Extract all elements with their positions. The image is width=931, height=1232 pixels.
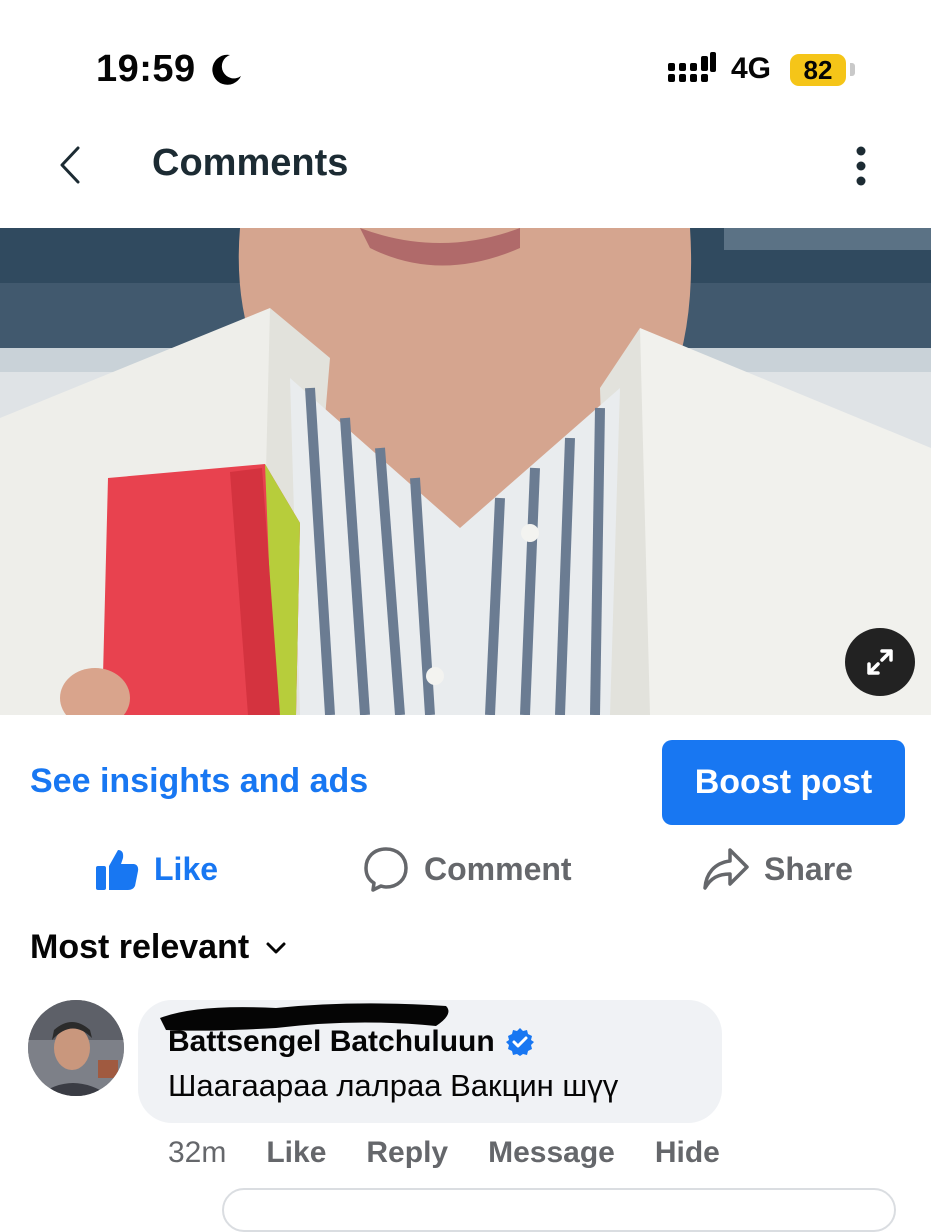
thumbs-up-icon <box>96 850 139 890</box>
avatar-image <box>28 1000 124 1096</box>
photo-illustration <box>0 228 931 715</box>
signal-icon <box>668 52 716 82</box>
comment-hide-button[interactable]: Hide <box>655 1136 720 1170</box>
share-label: Share <box>764 850 853 887</box>
status-bar: 19:59 4G 82 <box>0 0 931 120</box>
comment-time: 32m <box>168 1136 227 1169</box>
like-button[interactable]: Like <box>94 842 218 896</box>
boost-post-button[interactable]: Boost post <box>662 740 905 825</box>
share-icon <box>703 848 749 890</box>
network-type: 4G <box>731 52 772 85</box>
redaction-mark <box>160 1003 449 1031</box>
battery-tip <box>850 63 855 76</box>
see-insights-link[interactable]: See insights and ads <box>30 762 368 801</box>
back-icon[interactable] <box>54 140 90 190</box>
status-time: 19:59 <box>96 48 196 90</box>
comment-text: Шаагаараа лалраа Вакцин шүү <box>168 1068 619 1103</box>
comment-actions: 32m Like Reply Message Hide <box>168 1136 720 1170</box>
comment-reply-button[interactable]: Reply <box>366 1136 448 1170</box>
post-photo[interactable] <box>0 228 931 715</box>
battery-indicator: 82 <box>790 54 846 86</box>
comment-like-button[interactable]: Like <box>266 1136 326 1170</box>
verified-badge-icon <box>505 1028 534 1056</box>
moon-icon <box>212 54 241 85</box>
expand-icon <box>867 649 893 675</box>
like-label: Like <box>154 850 219 887</box>
comment-message-button[interactable]: Message <box>488 1136 615 1170</box>
comment-icon <box>364 847 408 892</box>
expand-button[interactable] <box>845 628 915 696</box>
comment-label: Comment <box>424 850 572 887</box>
page-title: Comments <box>152 142 349 184</box>
share-button[interactable]: Share <box>702 842 853 896</box>
next-comment-box <box>222 1188 896 1232</box>
sort-dropdown[interactable]: Most relevant <box>30 928 287 967</box>
avatar[interactable] <box>28 1000 124 1096</box>
chevron-down-icon <box>266 942 286 953</box>
sort-label: Most relevant <box>30 928 250 966</box>
more-options-icon[interactable] <box>846 142 876 190</box>
comment-bubble[interactable]: Battsengel Batchuluun Шаагаараа лалраа В… <box>138 1000 722 1123</box>
comment-button[interactable]: Comment <box>362 842 572 896</box>
